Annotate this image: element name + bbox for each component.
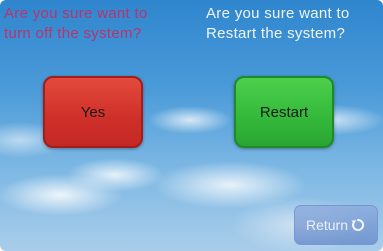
return-button[interactable]: Return [294,205,378,245]
turn-off-prompt: Are you sure want to turn off the system… [4,5,148,42]
return-button-label: Return [305,217,349,233]
restart-button[interactable]: Restart [234,76,334,148]
yes-button[interactable]: Yes [43,76,143,148]
power-dialog-screen: Are you sure want to turn off the system… [0,0,383,251]
return-arrow-icon [350,217,366,233]
restart-prompt: Are you sure want to Restart the system? [206,5,350,42]
